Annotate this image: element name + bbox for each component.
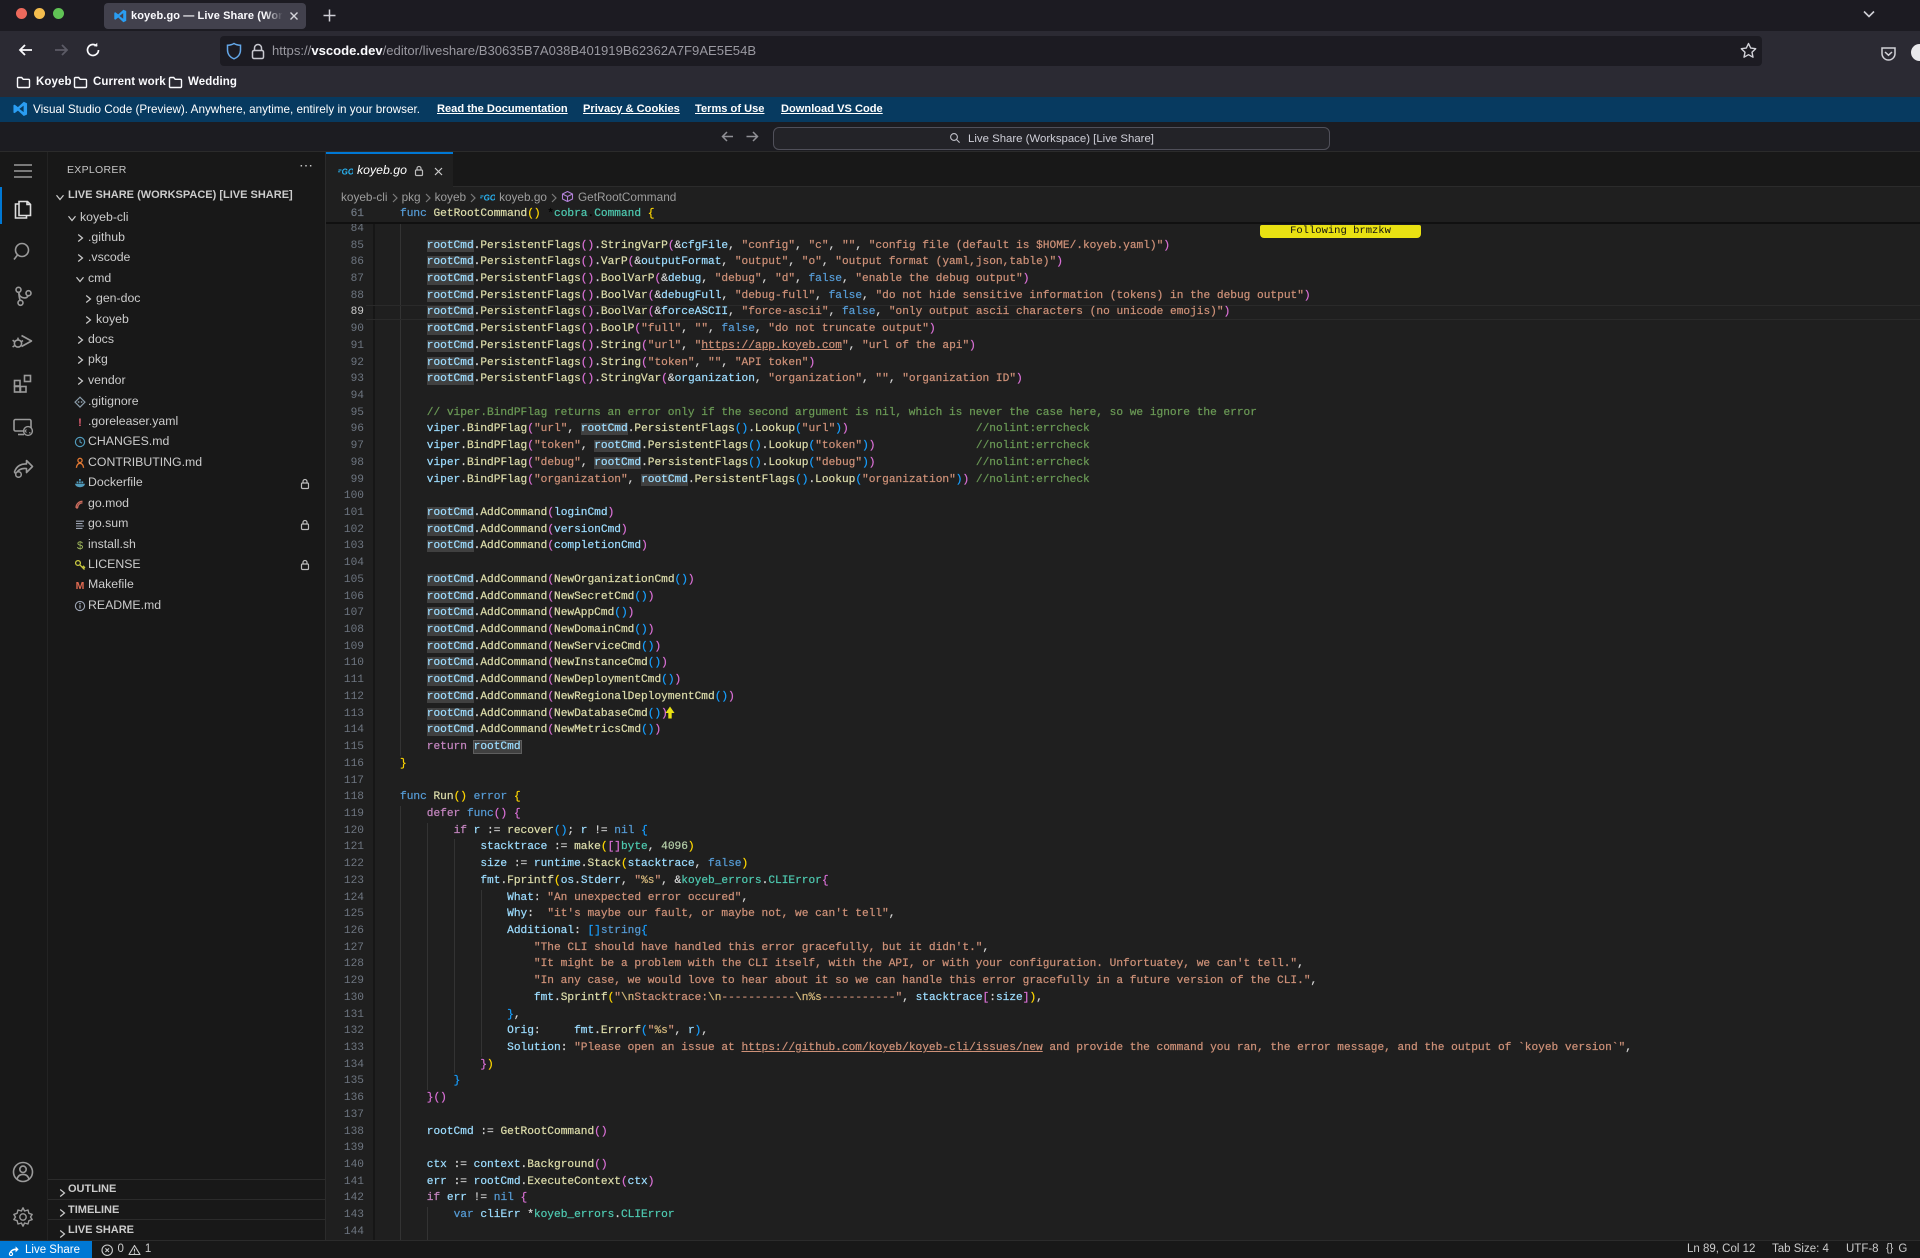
svg-text:GO: GO — [342, 167, 353, 176]
svg-text:GO: GO — [484, 193, 495, 202]
svg-text:!: ! — [78, 417, 82, 428]
svg-text:$: $ — [77, 539, 83, 550]
svg-text:M: M — [76, 580, 85, 591]
